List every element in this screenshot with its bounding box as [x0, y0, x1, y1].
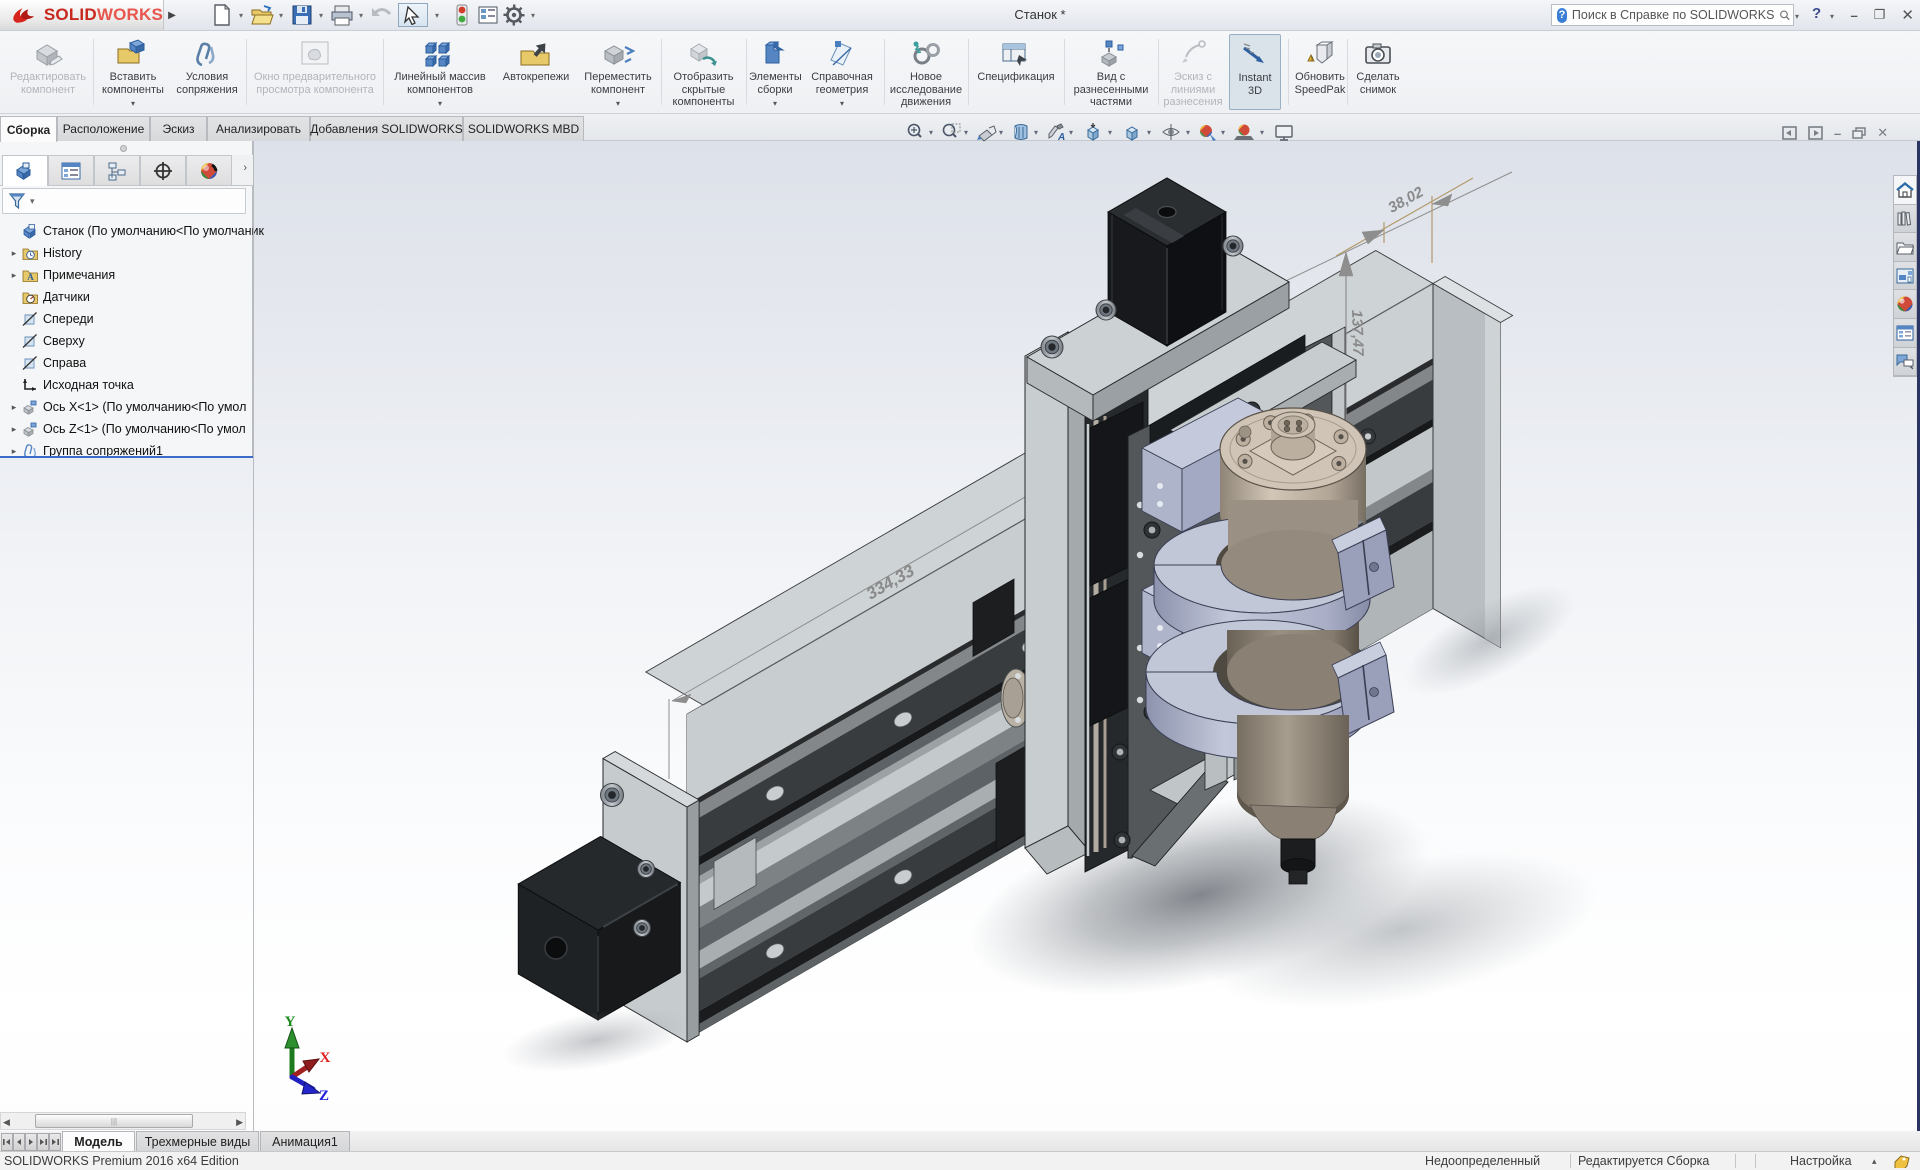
svg-text:!: !	[1311, 57, 1313, 63]
svg-text:A: A	[1057, 132, 1065, 142]
svg-text:Z: Z	[319, 1088, 329, 1104]
svg-text:38,02: 38,02	[1385, 183, 1427, 216]
svg-text:137,47: 137,47	[1348, 310, 1367, 357]
svg-text:A: A	[27, 272, 34, 282]
svg-text:X: X	[320, 1050, 331, 1066]
svg-text:Y: Y	[285, 1014, 296, 1030]
